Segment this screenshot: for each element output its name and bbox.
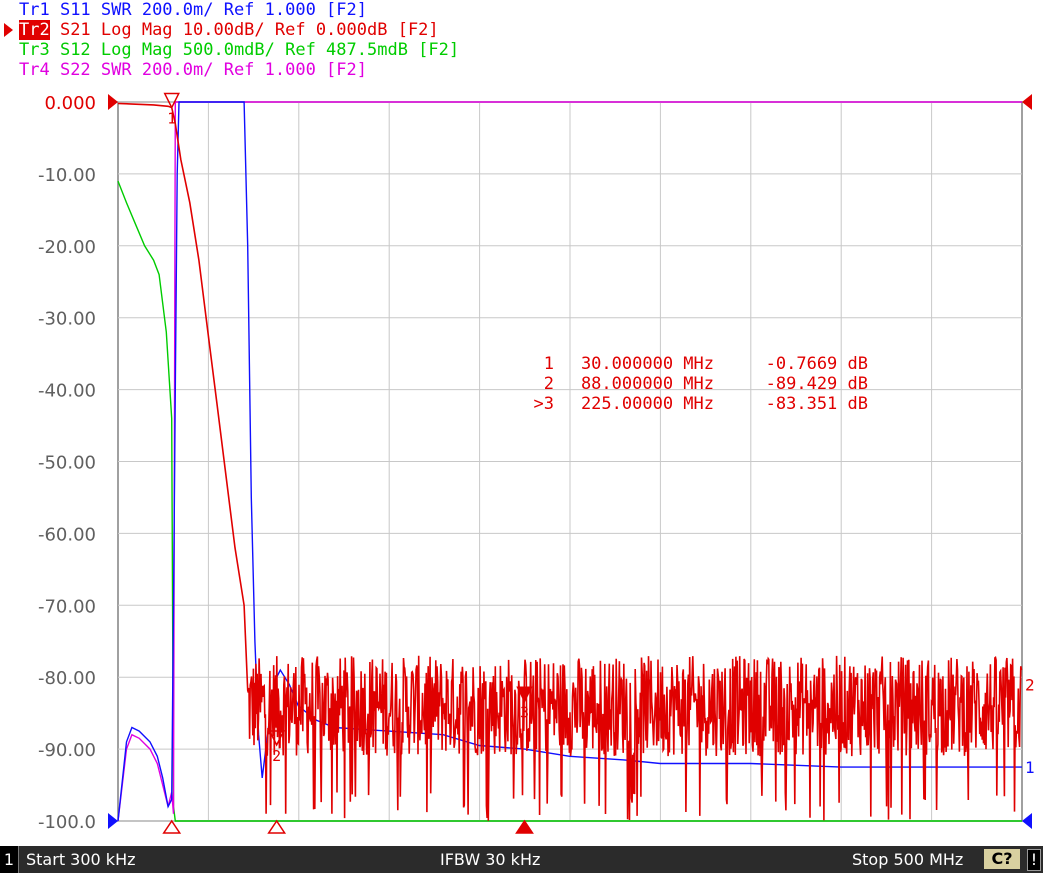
marker-1-axis-icon	[162, 819, 182, 834]
marker-readout-table: 1 30.000000 MHz -0.7669 dB 2 88.000000 MHz -8…	[534, 354, 868, 414]
marker-2-axis-icon	[267, 819, 287, 834]
y-tick-label: -40.00	[38, 381, 96, 402]
y-tick-label: -60.00	[38, 524, 96, 545]
marker-readout-frequency: 30.000000 MHz	[581, 354, 714, 374]
y-tick-label: -30.00	[38, 309, 96, 330]
marker-readout-frequency: 225.00000 MHz	[581, 394, 714, 414]
marker-3-axis-icon	[515, 819, 534, 834]
trace-end-label: 2	[1025, 675, 1035, 694]
marker-readout-value: -0.7669 dB	[766, 354, 868, 374]
status-bar: 1 Start 300 kHz IFBW 30 kHz Stop 500 MHz…	[0, 846, 1043, 873]
channel-indicator[interactable]: 1	[0, 846, 19, 873]
trace-end-label: 1	[1025, 758, 1035, 777]
y-tick-label: -100.0	[38, 812, 96, 833]
ref-left-arrow-icon	[108, 94, 118, 110]
y-tick-label: -20.00	[38, 237, 96, 258]
ifbw-setting[interactable]: IFBW 30 kHz	[440, 846, 540, 873]
y-tick-label: 0.000	[44, 93, 96, 114]
marker-readout-number: >3	[534, 394, 554, 414]
y-tick-label: -10.00	[38, 165, 96, 186]
marker-readout-number: 2	[544, 374, 554, 394]
y-tick-label: -90.00	[38, 740, 96, 761]
y-tick-label: -50.00	[38, 453, 96, 474]
ref-left-arrow-icon	[108, 813, 118, 829]
warning-indicator[interactable]: !	[1027, 849, 1041, 871]
calibration-status-button[interactable]: C?	[984, 849, 1020, 869]
marker-2-label: 2	[272, 747, 281, 765]
ref-right-arrow-icon	[1022, 94, 1032, 110]
start-frequency[interactable]: Start 300 kHz	[26, 846, 136, 873]
marker-readout-number: 1	[544, 354, 554, 374]
y-tick-label: -80.00	[38, 668, 96, 689]
y-tick-label: -70.00	[38, 596, 96, 617]
marker-readout-value: -89.429 dB	[766, 374, 868, 394]
marker-1-label: 1	[167, 110, 176, 128]
stop-frequency[interactable]: Stop 500 MHz	[852, 846, 963, 873]
chart-plot: 0.000 -10.00 -20.00 -30.00 -40.00 -50.00 -60.0…	[38, 92, 1035, 834]
marker-3-label: 3	[520, 703, 529, 721]
marker-readout-value: -83.351 dB	[766, 394, 868, 414]
marker-readout-frequency: 88.000000 MHz	[581, 374, 714, 394]
ref-right-arrow-icon	[1022, 813, 1032, 829]
